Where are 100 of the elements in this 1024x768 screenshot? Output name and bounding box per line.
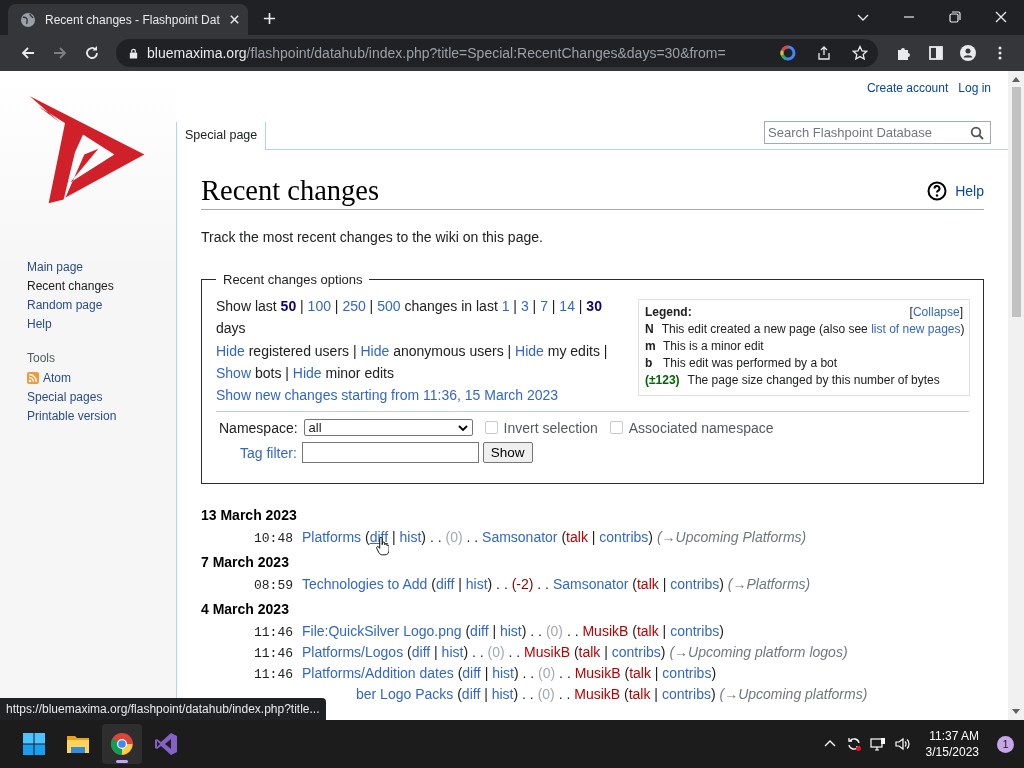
link[interactable]: 250 — [342, 298, 366, 314]
link[interactable]: diff — [369, 529, 389, 546]
link[interactable]: contribs — [670, 623, 720, 640]
link[interactable]: Show — [216, 364, 252, 381]
profile-icon[interactable] — [960, 45, 976, 61]
link[interactable]: diff — [470, 623, 489, 640]
nav-link[interactable]: Special pages — [27, 389, 103, 405]
namespace-dropdown[interactable]: all — [303, 419, 473, 437]
link[interactable]: MusikB — [524, 644, 570, 661]
link[interactable]: 500 — [377, 298, 401, 314]
page-tab[interactable]: Special page — [176, 122, 267, 150]
link[interactable]: Platforms/Addition dates — [302, 665, 454, 682]
link[interactable]: Samsonator — [552, 576, 629, 593]
help-icon[interactable] — [927, 181, 948, 201]
link[interactable]: hist — [399, 529, 422, 546]
panel-title: Recent changes options — [222, 272, 364, 287]
forward-icon[interactable] — [52, 45, 68, 61]
link[interactable]: ber Logo Packs — [356, 686, 454, 703]
tag-filter-field[interactable] — [301, 442, 479, 464]
search-icon[interactable] — [970, 125, 984, 140]
scrollbar-thumb[interactable] — [1011, 87, 1021, 317]
scroll-down-icon[interactable] — [1012, 709, 1020, 715]
link[interactable]: hist — [465, 576, 488, 593]
browser-tab[interactable]: Recent changes - Flashpoint Dat — [8, 4, 248, 35]
network-icon[interactable] — [869, 736, 886, 752]
link[interactable]: 100 — [307, 298, 331, 314]
link[interactable]: MusikB — [574, 665, 621, 682]
nav-link[interactable]: Random page — [27, 297, 103, 313]
link[interactable]: contribs — [599, 529, 649, 546]
link[interactable]: contribs — [661, 686, 711, 703]
link[interactable]: diff — [435, 576, 455, 593]
link[interactable]: Samsonator — [482, 529, 558, 546]
link[interactable]: talk — [629, 665, 651, 682]
chevron-down-icon — [457, 423, 468, 433]
account-link[interactable]: Create account — [866, 81, 949, 95]
link[interactable]: 1 — [501, 298, 510, 314]
plain-text: | — [483, 665, 490, 682]
nav-link[interactable]: Help — [27, 316, 52, 332]
link[interactable]: Show new changes starting from 11:36, 15 March 2023 — [216, 387, 559, 404]
link[interactable]: 14 — [559, 298, 575, 314]
link[interactable]: talk — [636, 623, 659, 640]
show-button[interactable]: Show — [482, 442, 533, 464]
link[interactable]: diff — [411, 644, 431, 661]
link[interactable]: list of new pages — [871, 322, 961, 336]
notification-badge[interactable]: 1 — [997, 735, 1014, 753]
account-link[interactable]: Log in — [958, 81, 991, 95]
link[interactable]: talk — [578, 644, 601, 661]
link[interactable]: Hide — [216, 342, 245, 359]
nav-link[interactable]: Atom — [43, 370, 71, 386]
link[interactable]: talk — [636, 576, 659, 593]
speaker-icon[interactable] — [893, 736, 910, 752]
link[interactable]: hist — [491, 686, 514, 703]
close-icon[interactable] — [994, 10, 1008, 24]
link[interactable]: hist — [492, 665, 514, 682]
link[interactable]: talk — [566, 529, 588, 546]
puzzle-icon[interactable] — [896, 45, 912, 61]
clock-date[interactable]: 3/15/2023 — [925, 744, 979, 760]
side-panel-icon[interactable] — [928, 45, 944, 61]
search-field[interactable]: Search Flashpoint Database — [764, 121, 991, 144]
link[interactable]: File:QuickSilver Logo.png — [302, 623, 462, 640]
nav-link[interactable]: Recent changes — [27, 278, 114, 294]
link[interactable]: Hide — [360, 342, 390, 359]
back-icon[interactable] — [20, 45, 36, 61]
checkbox-label: Invert selection — [503, 420, 598, 436]
sync-icon[interactable] — [845, 736, 862, 752]
link[interactable]: MusikB — [582, 623, 629, 640]
link[interactable]: contribs — [662, 665, 712, 682]
taskbar-app[interactable] — [102, 724, 142, 764]
share-icon[interactable] — [816, 45, 832, 61]
help-link[interactable]: Help — [955, 183, 984, 199]
reload-icon[interactable] — [84, 45, 100, 61]
size-change: (0) — [445, 529, 463, 546]
star-icon[interactable] — [852, 45, 868, 61]
tag-filter-label[interactable]: Tag filter: — [240, 445, 297, 461]
scroll-up-icon[interactable] — [1012, 76, 1020, 82]
close-icon[interactable] — [228, 14, 240, 25]
restore-icon[interactable] — [948, 10, 962, 24]
link[interactable]: Hide — [292, 364, 322, 381]
link[interactable]: Platforms/Logos — [302, 644, 404, 661]
link[interactable]: contribs — [670, 576, 720, 593]
link[interactable]: 7 — [540, 298, 548, 314]
scrollbar[interactable] — [1008, 71, 1024, 720]
link[interactable]: Platforms — [302, 529, 362, 546]
link[interactable]: Technologies to Add — [302, 576, 428, 593]
clock-time[interactable]: 11:37 AM — [929, 728, 979, 744]
link[interactable]: 3 — [520, 298, 529, 314]
google-icon[interactable] — [780, 45, 796, 61]
nav-link[interactable]: Printable version — [27, 408, 117, 424]
link[interactable]: Hide — [515, 342, 544, 359]
link[interactable]: diff — [462, 665, 481, 682]
new-tab-icon[interactable] — [263, 12, 276, 25]
address-bar[interactable]: bluemaxima.org/flashpoint/datahub/index.php?title=Special:RecentChanges&days=30&from= — [116, 39, 878, 67]
link[interactable]: diff — [461, 686, 481, 703]
link[interactable]: hist — [499, 623, 522, 640]
link[interactable]: hist — [441, 644, 464, 661]
link[interactable]: contribs — [611, 644, 661, 661]
link[interactable]: MusikB — [574, 686, 621, 703]
nav-link[interactable]: Main page — [27, 259, 84, 275]
link[interactable]: talk — [628, 686, 651, 703]
tools-heading: Tools — [27, 351, 56, 365]
